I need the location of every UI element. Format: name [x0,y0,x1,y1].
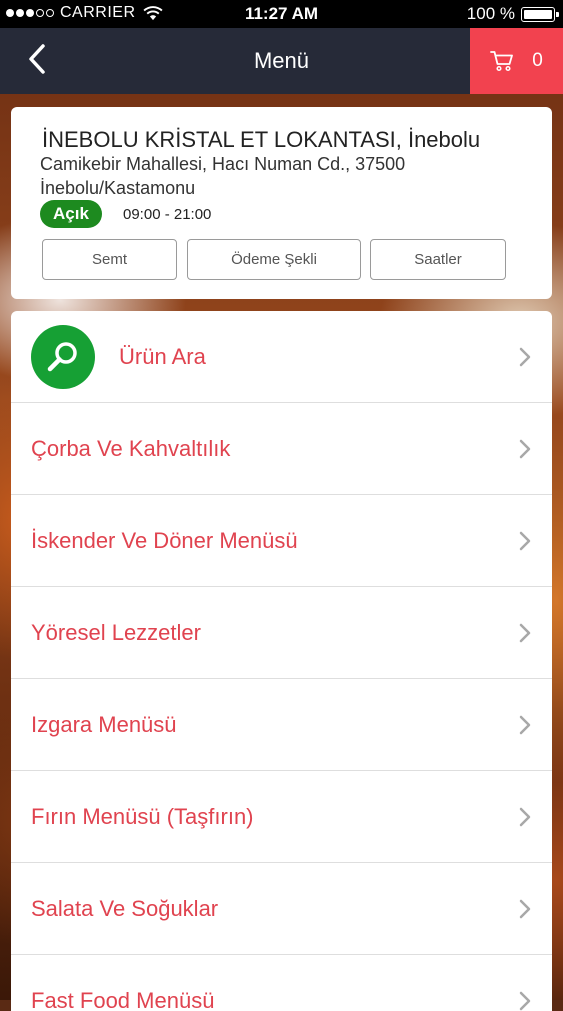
district-button[interactable]: Semt [42,239,177,280]
menu-category-list: Ürün Ara Çorba Ve Kahvaltılık İskender V… [11,311,552,1011]
status-bar: CARRIER 11:27 AM 100 % [0,0,563,28]
open-status-badge: Açık [40,200,102,228]
restaurant-name: İNEBOLU KRİSTAL ET LOKANTASI, İnebolu [42,127,481,152]
chevron-right-icon [519,899,531,919]
hours-button[interactable]: Saatler [370,239,506,280]
cart-button[interactable]: 0 [470,28,563,94]
category-item[interactable]: Izgara Menüsü [11,679,552,771]
category-label: Fast Food Menüsü [31,988,215,1011]
category-label: Çorba Ve Kahvaltılık [31,436,231,461]
status-bar-right: 100 % [466,4,559,24]
chevron-right-icon [519,807,531,827]
chevron-right-icon [519,347,531,367]
search-products-label: Ürün Ara [119,344,206,369]
chevron-right-icon [519,439,531,459]
category-item[interactable]: İskender Ve Döner Menüsü [11,495,552,587]
category-label: İskender Ve Döner Menüsü [31,528,298,553]
back-button[interactable] [22,42,58,78]
chevron-right-icon [519,531,531,551]
category-item[interactable]: Yöresel Lezzetler [11,587,552,679]
restaurant-address: Camikebir Mahallesi, Hacı Numan Cd., 375… [40,152,510,200]
search-icon [47,342,77,372]
restaurant-info-card: İNEBOLU KRİSTAL ET LOKANTASI, İnebolu Ca… [11,107,552,299]
address-line-2: İnebolu/Kastamonu [40,178,196,198]
navigation-bar: Menü 0 [0,28,563,94]
category-item[interactable]: Fast Food Menüsü [11,955,552,1011]
cart-count-badge: 0 [532,50,543,71]
payment-method-button[interactable]: Ödeme Şekli [187,239,361,280]
category-item[interactable]: Salata Ve Soğuklar [11,863,552,955]
chevron-left-icon [29,44,45,74]
category-item[interactable]: Fırın Menüsü (Taşfırın) [11,771,552,863]
chevron-right-icon [519,991,531,1011]
category-item[interactable]: Çorba Ve Kahvaltılık [11,403,552,495]
battery-icon [521,6,559,22]
shopping-cart-icon [490,51,514,72]
battery-percentage: 100 % [466,4,515,23]
search-products-row[interactable]: Ürün Ara [11,311,552,403]
opening-hours: 09:00 - 21:00 [123,206,212,223]
category-label: Fırın Menüsü (Taşfırın) [31,804,254,829]
search-icon-circle [31,325,95,389]
chevron-right-icon [519,623,531,643]
category-label: Yöresel Lezzetler [31,620,201,645]
address-line-1: Camikebir Mahallesi, Hacı Numan Cd., 375… [40,154,406,174]
chevron-right-icon [519,715,531,735]
category-label: Izgara Menüsü [31,712,177,737]
category-label: Salata Ve Soğuklar [31,896,219,921]
